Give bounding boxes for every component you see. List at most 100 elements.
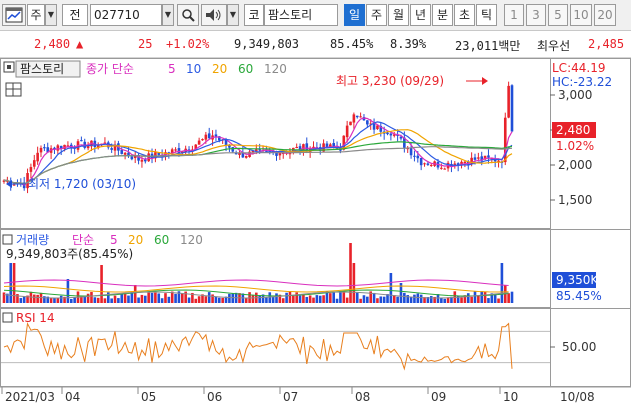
volume-bar [507,293,510,303]
volume-bar [133,285,137,303]
candle-body [359,116,362,118]
interval-button-0[interactable]: 1 [504,4,524,26]
volume-bar [90,292,93,303]
stock-name-field[interactable]: 팜스토리 [264,4,338,26]
price-change: 25 [138,37,153,51]
candle-body [231,147,235,152]
volume-bar [150,292,154,303]
volume-bar [36,294,39,303]
speaker-icon[interactable] [201,4,227,26]
prev-button[interactable]: 전 [62,4,88,26]
volume-bar [376,298,379,303]
price-panel[interactable] [0,58,551,229]
chevron-down-icon[interactable]: ▼ [45,4,57,26]
x-axis-label: 06 [207,390,222,404]
volume-bar [275,293,278,303]
volume-bar [221,297,224,303]
volume-current-label: 9,350K [556,273,599,287]
interval-button-2[interactable]: 5 [548,4,568,26]
volume-bar [379,296,383,303]
period-button-1[interactable]: 주 [366,4,387,26]
chart-type-select[interactable]: 주 [27,4,45,26]
candle-body [177,148,181,153]
volume-bar [396,296,399,303]
volume-bar [127,295,130,303]
x-axis-label: 08 [355,390,370,404]
volume-bar [366,296,369,303]
magnifier-icon[interactable] [177,4,199,26]
hc-label: HC:-23.22 [552,75,612,89]
volume-bar [137,297,140,303]
candle-body [507,85,510,118]
y-tick-label: 2,000 [558,158,592,172]
candle-body [487,155,490,158]
volume-bar [298,295,302,303]
candle-body [477,157,480,159]
candle-body [197,140,201,145]
volume-bar [103,298,107,303]
stock-code-input[interactable]: 027710 [90,4,162,26]
volume-bar [285,292,288,303]
period-button-4[interactable]: 분 [432,4,453,26]
toolbar: 주 ▼ 전 027710 ▼ ▼ 코 팜스토리 일 주 월 년 분 초 틱 1 3 5 10 20 [0,0,631,31]
turnover-rate: 8.39% [390,37,427,51]
volume-info: 9,349,803주(85.45%) [6,247,133,261]
price-panel-name: 팜스토리 [20,62,64,76]
candle-body [372,124,376,130]
volume-bar [140,294,144,303]
volume-bar [473,291,477,303]
volume-bar [49,298,53,303]
volume-bar [382,296,386,303]
volume-bar [9,263,13,303]
volume-bar [2,292,6,303]
period-button-6[interactable]: 틱 [476,4,497,26]
volume-ma-legend-60: 60 [154,233,169,247]
volume-bar [96,297,100,303]
code-dropdown-icon[interactable]: ▼ [162,4,174,26]
volume-bar [181,293,184,303]
volume-bar [207,292,211,303]
x-axis-label: 05 [141,390,156,404]
candle-body [147,153,150,162]
volume-bar [167,296,171,303]
speaker-dropdown-icon[interactable]: ▼ [227,4,239,26]
volume-bar [19,298,23,303]
period-button-0[interactable]: 일 [344,4,365,26]
period-button-5[interactable]: 초 [454,4,475,26]
window-chart-icon[interactable] [2,4,26,26]
volume-bar [335,298,339,303]
chart-canvas[interactable]: 3,0002,5002,0001,500팜스토리종가 단순5102060120최… [0,58,631,407]
interval-button-1[interactable]: 3 [526,4,546,26]
period-button-3[interactable]: 년 [410,4,431,26]
rsi-title: RSI 14 [16,311,55,325]
volume-bar [413,294,416,303]
volume-bar [416,293,420,303]
volume-title: 거래량 [16,233,49,247]
volume-bar [53,298,56,303]
volume-bar [69,298,73,303]
volume-bar [100,265,103,303]
volume-bar [157,293,161,303]
volume-bar [345,297,349,303]
change-rate: +1.02% [166,37,210,51]
interval-button-4[interactable]: 20 [594,4,616,26]
candle-body [440,167,443,169]
period-button-2[interactable]: 월 [388,4,409,26]
stock-chart[interactable]: 3,0002,5002,0001,500팜스토리종가 단순5102060120최… [0,58,631,407]
volume-bar [352,263,356,303]
candle-body [174,149,177,151]
volume-bar [160,298,164,303]
volume-bar [251,294,255,303]
candle-body [355,115,359,118]
candle-body [463,161,467,164]
volume-bar [480,291,484,303]
interval-button-3[interactable]: 10 [570,4,592,26]
volume-ma-legend-20: 20 [128,233,143,247]
volume-bar [22,296,26,303]
rsi-panel[interactable] [0,308,551,387]
volume-bar [308,295,312,303]
x-axis-label: 2021/03 [5,390,55,404]
candle-body [201,139,204,141]
current-rate-label: 1.02% [556,139,594,153]
volume-bar [143,295,147,303]
